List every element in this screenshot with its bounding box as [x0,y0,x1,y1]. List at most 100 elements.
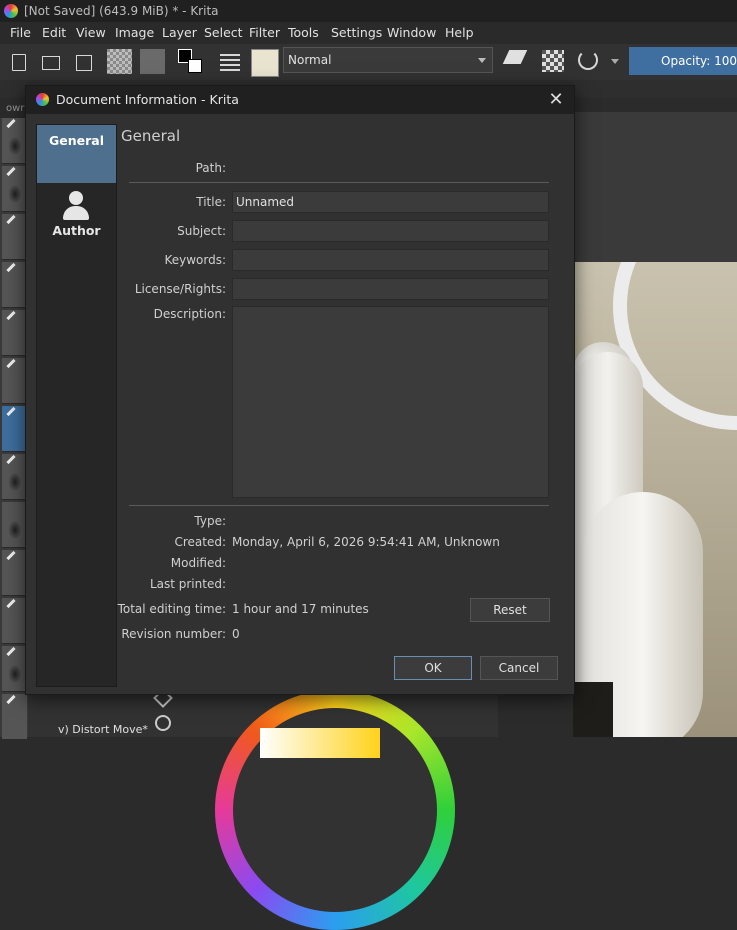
brush-preset-item[interactable] [2,454,27,500]
brush-preset-item[interactable] [2,694,27,740]
reload-preset-icon[interactable] [578,50,598,70]
pen-icon [6,310,16,321]
canvas-image[interactable] [573,262,737,737]
menu-view[interactable]: View [76,25,106,40]
menu-image[interactable]: Image [115,25,154,40]
path-label: Path: [195,161,226,175]
menu-file[interactable]: File [10,25,31,40]
dialog-titlebar: Document Information - Krita ✕ [26,86,574,114]
krita-logo-icon [36,93,49,106]
open-folder-icon[interactable] [42,56,60,70]
background-color-swatch[interactable] [188,59,202,73]
person-icon [63,191,89,221]
preserve-alpha-icon[interactable] [542,50,564,72]
description-field[interactable] [232,306,549,498]
pen-icon [6,550,16,561]
menu-window[interactable]: Window [387,25,436,40]
window-title: [Not Saved] (643.9 MiB) * - Krita [24,4,219,18]
document-information-dialog: Document Information - Krita ✕ General A… [25,85,575,695]
page-general[interactable]: General [37,125,116,183]
keywords-label: Keywords: [164,253,226,267]
license-field[interactable] [232,278,549,300]
separator [129,182,549,183]
separator [129,505,549,506]
new-document-icon[interactable] [12,54,26,71]
brush-preset-item[interactable] [2,118,27,164]
page-list: General Author [36,124,117,687]
close-icon[interactable]: ✕ [546,90,566,110]
save-icon[interactable] [76,55,92,71]
cancel-button[interactable]: Cancel [480,656,558,680]
brush-preset-item[interactable] [2,310,27,356]
description-label: Description: [153,307,226,321]
fg-bg-color-icon[interactable] [178,49,204,75]
left-dock-label: owr [6,103,25,114]
page-general-label: General [49,133,104,148]
reset-button[interactable]: Reset [470,598,550,622]
brush-preset-item[interactable] [2,166,27,212]
pen-icon [6,166,16,177]
type-label: Type: [194,514,226,528]
subject-field[interactable] [232,220,549,242]
created-label: Created: [174,535,226,549]
pattern-preset-icon[interactable] [140,49,165,74]
gradient-preset-icon[interactable] [107,49,132,74]
menu-edit[interactable]: Edit [42,25,66,40]
pen-icon [6,214,16,225]
gear-icon[interactable] [155,715,171,731]
menubar: File Edit View Image Layer Select Filter… [0,22,737,44]
brush-presets-panel [0,118,28,740]
window-titlebar: [Not Saved] (643.9 MiB) * - Krita [0,0,737,22]
menu-help[interactable]: Help [445,25,474,40]
brush-preset-item[interactable] [2,550,27,596]
title-label: Title: [196,195,226,209]
pen-icon [6,598,16,609]
subject-label: Subject: [177,224,226,238]
blend-mode-value: Normal [288,53,332,67]
chevron-down-icon [478,58,486,63]
created-value: Monday, April 6, 2026 9:54:41 AM, Unknow… [232,535,500,549]
color-triangle[interactable] [260,728,380,758]
brush-preset-item[interactable] [2,214,27,260]
distort-move-label: v) Distort Move* [58,723,148,736]
pen-icon [6,118,16,129]
brush-preset-icon[interactable] [251,49,279,77]
title-field[interactable] [232,191,549,213]
brush-settings-icon[interactable] [220,54,240,72]
page-heading: General [121,127,181,145]
brush-preset-item[interactable] [2,646,27,692]
revision-label: Revision number: [121,627,226,641]
menu-select[interactable]: Select [204,25,243,40]
pen-icon [6,406,16,417]
chevron-down-icon[interactable] [611,59,619,64]
menu-filter[interactable]: Filter [249,25,280,40]
keywords-field[interactable] [232,249,549,271]
brush-preset-item[interactable] [2,358,27,404]
pen-icon [6,646,16,657]
brush-preset-item[interactable] [2,598,27,644]
editing-time-label: Total editing time: [117,602,226,616]
menu-tools[interactable]: Tools [288,25,319,40]
opacity-slider[interactable]: Opacity: 100% [629,47,737,75]
menu-settings[interactable]: Settings [331,25,382,40]
page-author-label: Author [52,223,101,238]
brush-preset-item[interactable] [2,502,27,548]
opacity-value: Opacity: 100% [661,54,737,68]
brush-preset-item-selected[interactable] [2,406,27,452]
pen-icon [6,694,16,705]
pen-icon [6,358,16,369]
blend-mode-select[interactable]: Normal [283,47,493,73]
modified-label: Modified: [170,556,226,570]
color-selector-wheel[interactable] [215,690,455,930]
canvas-background [573,112,737,262]
editing-time-value: 1 hour and 17 minutes [232,602,369,616]
menu-layer[interactable]: Layer [162,25,197,40]
pen-icon [6,454,16,465]
brush-preset-item[interactable] [2,262,27,308]
pen-icon [6,262,16,273]
license-label: License/Rights: [134,282,226,296]
page-author[interactable]: Author [37,187,116,245]
last-printed-label: Last printed: [149,577,226,591]
dialog-title: Document Information - Krita [56,92,239,107]
ok-button[interactable]: OK [394,656,472,680]
